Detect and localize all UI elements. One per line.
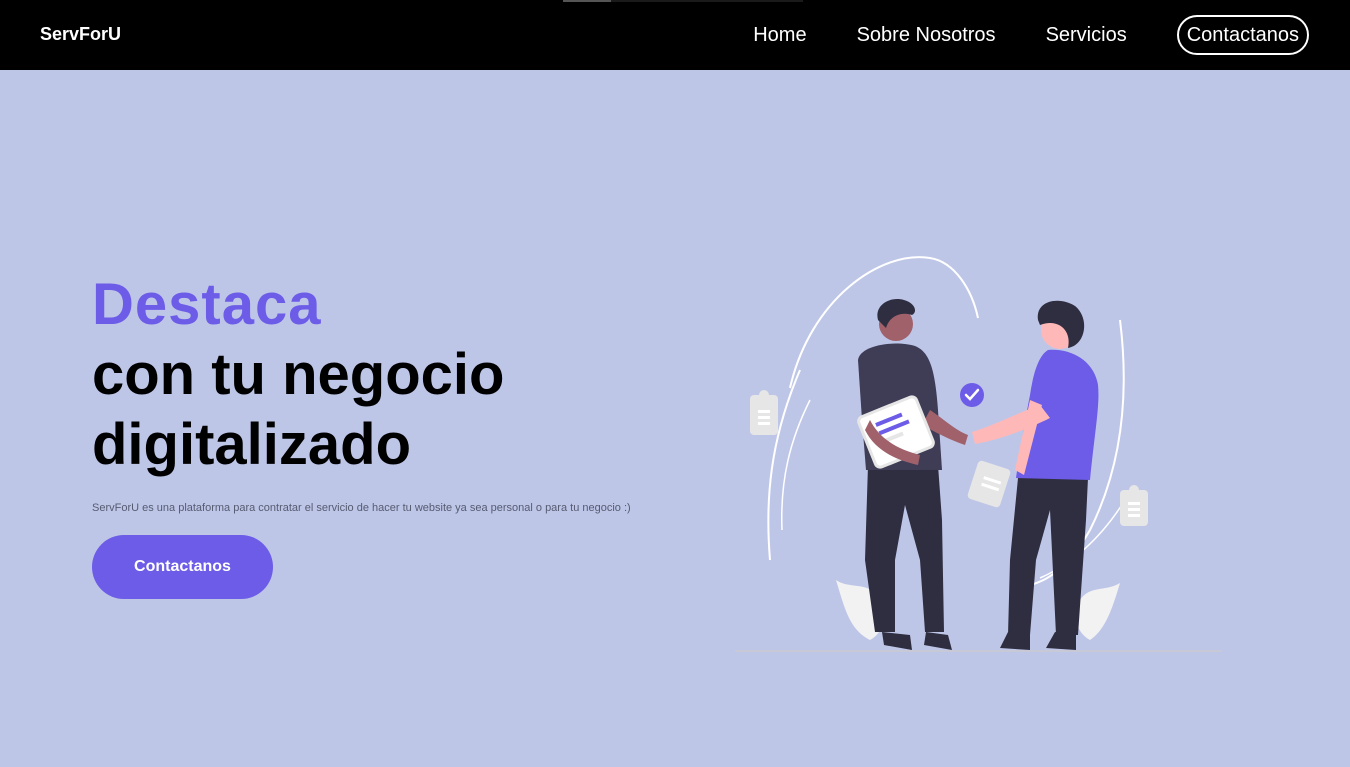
scroll-indicator [563, 0, 803, 2]
hero-contact-button[interactable]: Contactanos [92, 535, 273, 599]
navbar: ServForU Home Sobre Nosotros Servicios C… [0, 0, 1350, 70]
hero-description: ServForU es una plataforma para contrata… [92, 502, 631, 514]
nav-contact-button[interactable]: Contactanos [1176, 15, 1309, 55]
hero-title-line-1: con tu negocio [92, 342, 505, 407]
person-left [857, 299, 968, 650]
decorative-arc [780, 399, 811, 531]
nav-about[interactable]: Sobre Nosotros [857, 15, 996, 55]
clipboard-icon [750, 390, 778, 435]
handshake-illustration [735, 256, 1222, 652]
hero-title-accent: Destaca [92, 272, 322, 337]
nav-links: Home Sobre Nosotros Servicios Contactano… [753, 15, 1309, 55]
hero-title-line-2: digitalizado [92, 412, 411, 477]
nav-services[interactable]: Servicios [1046, 15, 1127, 55]
document-icon [967, 460, 1011, 508]
brand-logo[interactable]: ServForU [40, 24, 121, 45]
nav-home[interactable]: Home [753, 15, 806, 55]
clipboard-icon [1120, 485, 1148, 526]
check-icon [960, 383, 984, 407]
leaf-shape [1075, 583, 1120, 640]
hero-title: Destaca con tu negocio digitalizado [92, 270, 504, 480]
